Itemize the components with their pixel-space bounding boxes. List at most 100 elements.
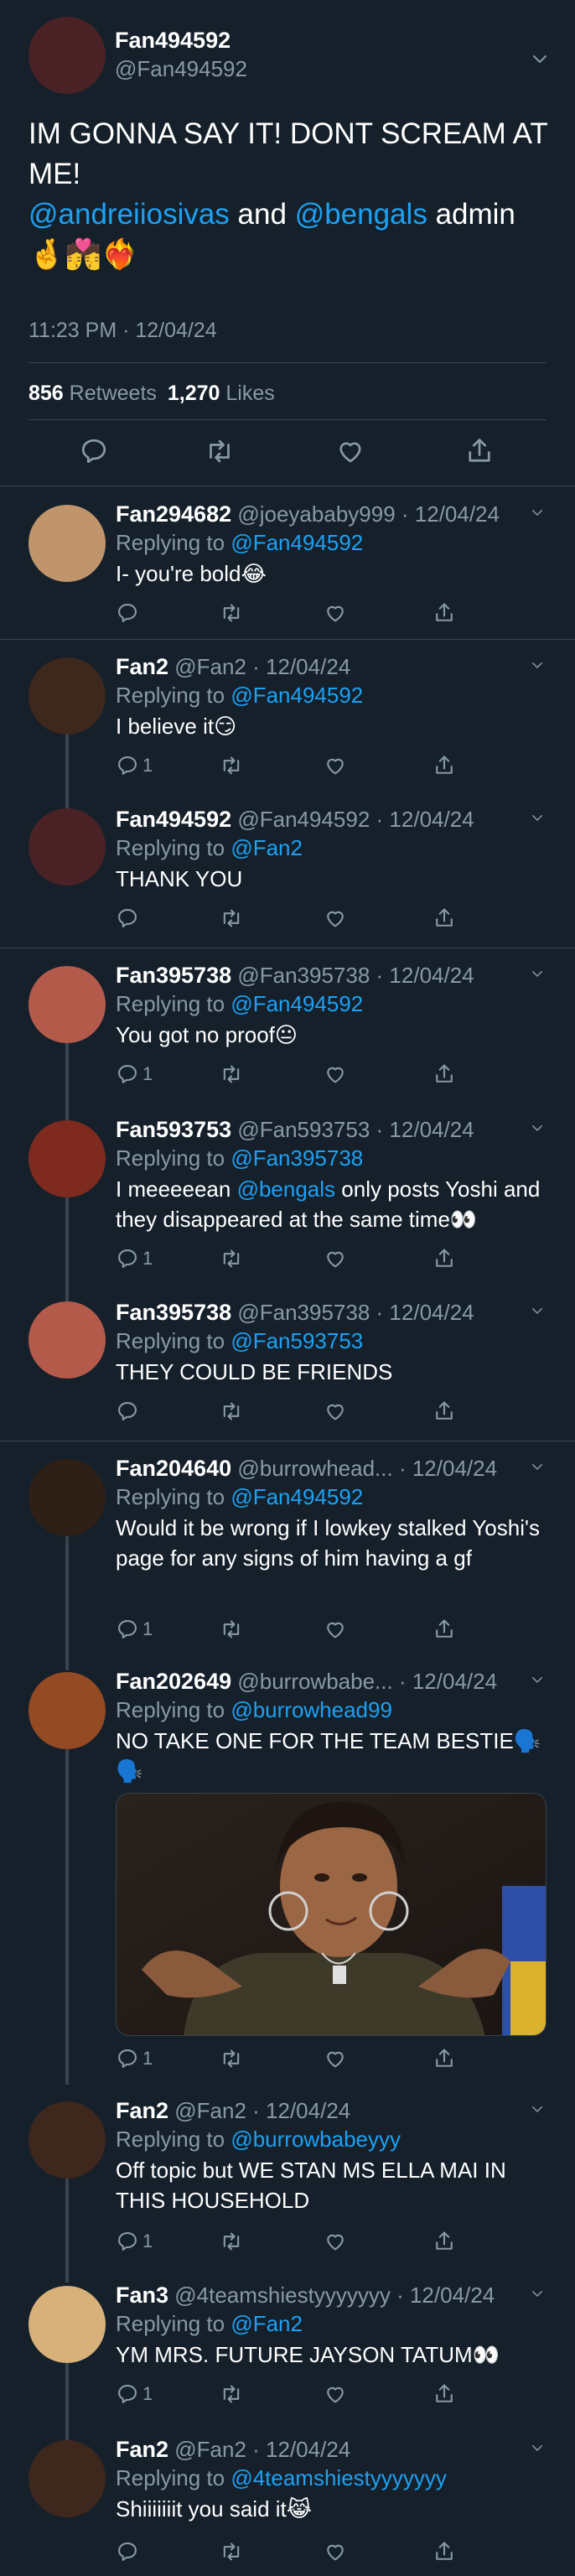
like-icon[interactable] (324, 1062, 347, 1086)
share-icon[interactable] (433, 601, 456, 625)
reply-icon[interactable] (116, 2230, 139, 2253)
author-name[interactable]: Fan395738 (116, 963, 231, 988)
replying-to-link[interactable]: @Fan2 (231, 835, 303, 860)
reply-icon[interactable] (116, 1400, 139, 1423)
reply-tweet[interactable]: Fan202649 @burrowbabe... · 12/04/24 Repl… (0, 1655, 575, 2083)
reply-button[interactable] (116, 2539, 139, 2564)
like-button[interactable] (324, 1399, 347, 1424)
share-button[interactable] (433, 906, 456, 931)
author-handle[interactable]: @burrowbabe... (237, 1669, 392, 1694)
author-name[interactable]: Fan2 (116, 654, 168, 679)
reply-button[interactable]: 1 (116, 1617, 153, 1642)
reply-tweet[interactable]: Fan2 @Fan2 · 12/04/24 Replying to @Fan49… (0, 641, 575, 795)
like-button[interactable] (324, 2539, 347, 2564)
like-icon[interactable] (324, 601, 347, 625)
chevron-down-icon[interactable] (530, 2101, 545, 2116)
chevron-down-icon[interactable] (530, 966, 545, 981)
retweet-button[interactable] (220, 2229, 243, 2254)
replying-to-link[interactable]: @Fan2 (231, 2311, 303, 2336)
author-name[interactable]: Fan2 (116, 2437, 168, 2462)
author-handle[interactable]: @4teamshiestyyyyyyy (174, 2283, 391, 2308)
chevron-down-icon[interactable] (530, 810, 545, 825)
tweet-date[interactable]: · 12/04/24 (376, 807, 474, 832)
author-handle[interactable]: @burrowhead... (237, 1456, 392, 1481)
reply-icon[interactable] (79, 436, 109, 466)
avatar[interactable] (28, 1120, 106, 1197)
like-icon[interactable] (324, 1618, 347, 1641)
like-icon[interactable] (324, 1247, 347, 1270)
share-icon[interactable] (433, 2540, 456, 2563)
like-button[interactable] (324, 2381, 347, 2407)
like-button[interactable] (324, 2046, 347, 2071)
reply-tweet[interactable]: Fan395738 @Fan395738 · 12/04/24 Replying… (0, 949, 575, 1102)
like-icon[interactable] (324, 2382, 347, 2406)
chevron-down-icon[interactable] (530, 2440, 545, 2455)
retweet-label[interactable]: Retweets (70, 382, 157, 405)
share-icon[interactable] (433, 1618, 456, 1641)
retweet-icon[interactable] (220, 1062, 243, 1086)
like-button[interactable] (324, 2229, 347, 2254)
retweet-icon[interactable] (220, 2230, 243, 2253)
replying-to-link[interactable]: @Fan494592 (231, 683, 363, 708)
retweet-icon[interactable] (205, 436, 235, 466)
reply-button[interactable] (116, 906, 139, 931)
reply-button[interactable]: 1 (116, 753, 153, 778)
author-handle[interactable]: @Fan395738 (237, 1300, 370, 1325)
retweet-icon[interactable] (220, 2382, 243, 2406)
author-handle[interactable]: @Fan2 (174, 2098, 246, 2123)
avatar[interactable] (28, 2440, 106, 2517)
author-handle[interactable]: @Fan2 (174, 654, 246, 679)
reply-tweet[interactable]: Fan3 @4teamshiestyyyyyyy · 12/04/24 Repl… (0, 2269, 575, 2423)
like-icon[interactable] (324, 906, 347, 930)
chevron-down-icon[interactable] (530, 1672, 545, 1687)
author-handle[interactable]: @joeyababy999 (237, 501, 395, 527)
like-button[interactable] (324, 753, 347, 778)
chevron-down-icon[interactable] (530, 1303, 545, 1318)
retweet-count[interactable]: 856 (28, 382, 64, 405)
chevron-down-icon[interactable] (530, 1120, 545, 1135)
reply-button[interactable]: 1 (116, 1062, 153, 1087)
reply-icon[interactable] (116, 2047, 139, 2070)
avatar[interactable] (28, 505, 106, 582)
replying-to-link[interactable]: @Fan494592 (231, 1484, 363, 1509)
retweet-icon[interactable] (220, 1400, 243, 1423)
share-icon[interactable] (464, 436, 495, 466)
share-button[interactable] (433, 1062, 456, 1087)
share-button[interactable] (433, 2539, 456, 2564)
avatar[interactable] (28, 2286, 106, 2363)
reply-button[interactable] (116, 600, 139, 626)
avatar[interactable] (28, 808, 106, 886)
retweet-button[interactable] (220, 1246, 243, 1271)
replying-to-link[interactable]: @Fan494592 (231, 530, 363, 555)
avatar[interactable] (28, 1459, 106, 1536)
retweet-icon[interactable] (220, 906, 243, 930)
retweet-button[interactable] (220, 1617, 243, 1642)
chevron-down-icon[interactable] (530, 657, 545, 673)
author-handle[interactable]: @Fan494592 (115, 56, 247, 82)
tweet-media-image[interactable] (116, 1793, 547, 2036)
avatar[interactable] (28, 1301, 106, 1379)
avatar[interactable] (28, 2101, 106, 2179)
tweet-date[interactable]: · 12/04/24 (376, 1117, 474, 1142)
author-name[interactable]: Fan3 (116, 2283, 168, 2308)
like-button[interactable] (324, 600, 347, 626)
tweet-date[interactable]: · 12/04/24 (401, 501, 500, 527)
reply-button[interactable]: 1 (116, 2046, 153, 2071)
author-name[interactable]: Fan395738 (116, 1300, 231, 1325)
retweet-icon[interactable] (220, 601, 243, 625)
reply-icon[interactable] (116, 754, 139, 777)
avatar[interactable] (28, 17, 106, 94)
mention-link[interactable]: @bengals (295, 198, 427, 231)
like-icon[interactable] (324, 2230, 347, 2253)
share-icon[interactable] (433, 2382, 456, 2406)
like-count[interactable]: 1,270 (168, 382, 220, 405)
reply-icon[interactable] (116, 1618, 139, 1641)
timestamp[interactable]: 11:23 PM · 12/04/24 (28, 319, 217, 343)
reply-tweet[interactable]: Fan395738 @Fan395738 · 12/04/24 Replying… (0, 1288, 575, 1441)
replying-to-link[interactable]: @Fan494592 (231, 991, 363, 1016)
author-handle[interactable]: @Fan593753 (237, 1117, 370, 1142)
replying-to-link[interactable]: @4teamshiestyyyyyyy (231, 2465, 447, 2490)
share-button[interactable] (433, 1399, 456, 1424)
share-button[interactable] (433, 2046, 456, 2071)
share-icon[interactable] (433, 754, 456, 777)
